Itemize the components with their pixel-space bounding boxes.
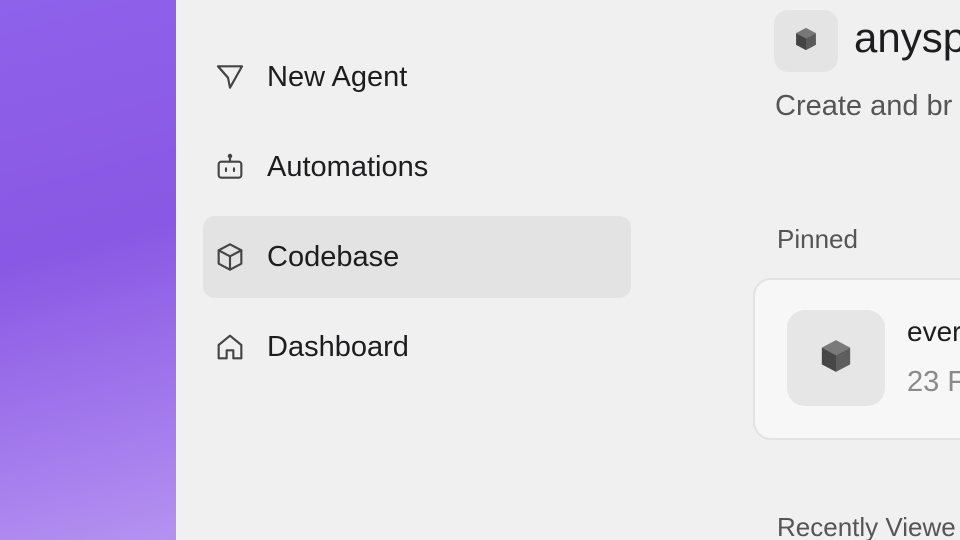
sidebar-item-automations[interactable]: Automations <box>203 126 631 208</box>
pinned-heading: Pinned <box>777 224 858 254</box>
home-icon <box>213 330 247 364</box>
sidebar: New Agent Automations Codebase Dashboard <box>176 0 646 540</box>
sidebar-item-codebase[interactable]: Codebase <box>203 216 631 298</box>
cube-icon <box>816 336 856 381</box>
repo-avatar <box>774 10 838 72</box>
sidebar-item-label: Codebase <box>267 240 400 273</box>
robot-icon <box>213 150 247 184</box>
sidebar-item-new-agent[interactable]: New Agent <box>203 36 631 118</box>
sidebar-item-label: Automations <box>267 150 429 183</box>
main-content: anysp Create and br Pinned ever 23 F Rec… <box>751 0 960 540</box>
purple-background <box>0 0 176 540</box>
send-icon <box>213 60 247 94</box>
cube-icon <box>792 25 820 58</box>
recently-viewed-heading: Recently Viewe <box>777 512 956 540</box>
sidebar-item-label: Dashboard <box>267 330 409 363</box>
sidebar-item-label: New Agent <box>267 60 408 93</box>
pinned-repo-card[interactable]: ever 23 F <box>753 278 960 440</box>
card-title: ever <box>907 316 960 347</box>
repo-avatar <box>787 310 885 406</box>
page-subtitle: Create and br <box>775 90 953 122</box>
card-meta: 23 F <box>907 366 960 398</box>
cube-icon <box>213 240 247 274</box>
sidebar-item-dashboard[interactable]: Dashboard <box>203 306 631 388</box>
app-window: New Agent Automations Codebase Dashboard… <box>176 0 960 540</box>
page-title: anysp <box>854 14 960 61</box>
